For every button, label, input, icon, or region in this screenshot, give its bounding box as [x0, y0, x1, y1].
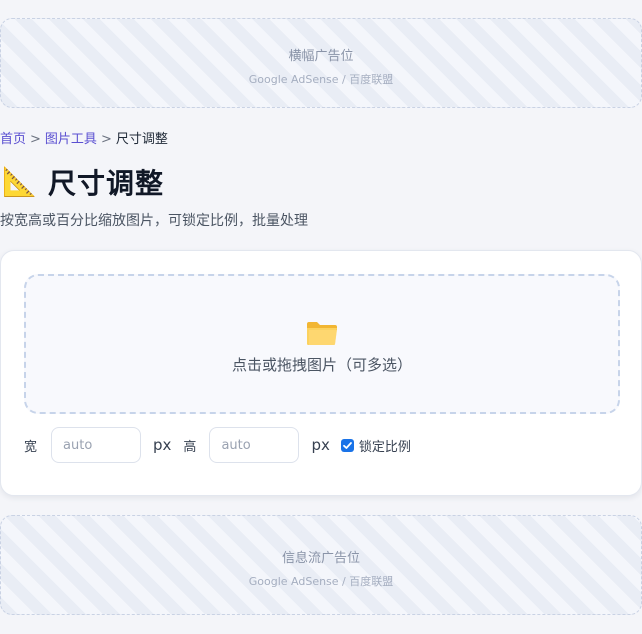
- breadcrumb-separator: >: [100, 132, 112, 147]
- resize-tool-card: 点击或拖拽图片（可多选） 宽 px 高 px 锁定比例: [0, 250, 642, 496]
- banner-ad-slot: 横幅广告位 Google AdSense / 百度联盟: [0, 18, 642, 108]
- breadcrumb-tools-link[interactable]: 图片工具: [45, 132, 97, 147]
- width-unit: px: [153, 436, 172, 454]
- page-header: 📐 尺寸调整: [2, 162, 164, 202]
- page-subtitle: 按宽高或百分比缩放图片，可锁定比例，批量处理: [0, 213, 308, 229]
- feed-ad-title: 信息流广告位: [281, 551, 360, 566]
- height-label: 高: [183, 439, 197, 455]
- breadcrumb: 首页 > 图片工具 > 尺寸调整: [0, 128, 168, 147]
- width-input[interactable]: [51, 427, 142, 463]
- upload-prompt: 点击或拖拽图片（可多选）: [231, 356, 412, 374]
- width-label: 宽: [24, 439, 38, 455]
- triangular-ruler-icon: 📐: [2, 165, 37, 198]
- breadcrumb-current: 尺寸调整: [115, 132, 168, 147]
- lock-ratio-label[interactable]: 锁定比例: [359, 436, 411, 455]
- image-upload-dropzone[interactable]: 点击或拖拽图片（可多选）: [24, 274, 620, 414]
- height-input[interactable]: [209, 427, 300, 463]
- breadcrumb-separator: >: [30, 132, 41, 147]
- resize-controls: 宽 px 高 px 锁定比例: [24, 427, 411, 463]
- banner-ad-title: 横幅广告位: [288, 49, 354, 64]
- lock-ratio-checkbox[interactable]: [340, 438, 354, 452]
- page-title: 尺寸调整: [48, 167, 165, 200]
- height-unit: px: [311, 436, 330, 454]
- feed-ad-slot: 信息流广告位 Google AdSense / 百度联盟: [0, 515, 642, 615]
- checkmark-icon: [342, 441, 352, 449]
- banner-ad-subtitle: Google AdSense / 百度联盟: [248, 73, 394, 86]
- folder-icon: [307, 322, 337, 345]
- breadcrumb-home-link[interactable]: 首页: [0, 132, 26, 147]
- feed-ad-subtitle: Google AdSense / 百度联盟: [248, 575, 394, 588]
